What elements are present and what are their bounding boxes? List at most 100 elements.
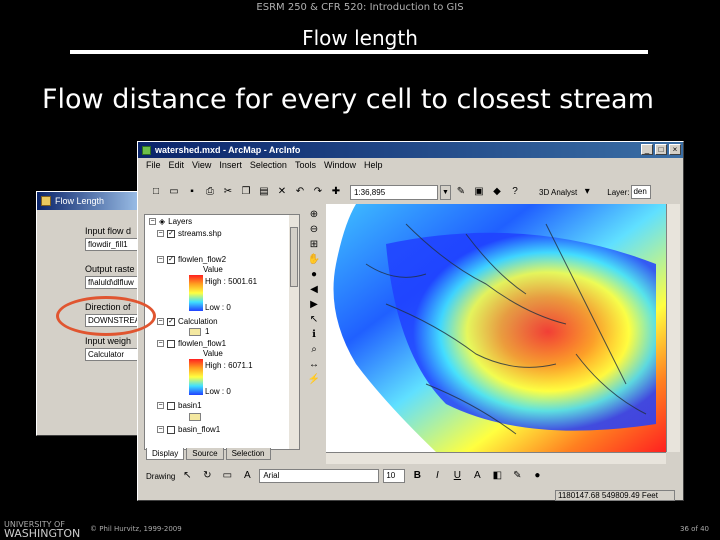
- map-canvas[interactable]: [326, 204, 666, 452]
- layer-checkbox[interactable]: [167, 425, 175, 434]
- collapse-icon[interactable]: −: [157, 256, 164, 263]
- layer-checkbox[interactable]: ✓: [167, 317, 175, 326]
- forward-icon[interactable]: ▶: [310, 298, 318, 311]
- new-icon[interactable]: □: [148, 184, 164, 200]
- print-icon[interactable]: ⎙: [202, 184, 218, 200]
- scale-dropdown-icon[interactable]: ▼: [440, 184, 451, 200]
- zoom-in-icon[interactable]: ⊕: [310, 208, 318, 221]
- layer-checkbox[interactable]: [167, 401, 175, 410]
- layer-name: flowlen_flow2: [178, 255, 227, 264]
- map-horizontal-scrollbar[interactable]: [326, 452, 666, 464]
- menu-view[interactable]: View: [192, 160, 211, 174]
- minimize-button[interactable]: _: [641, 144, 653, 155]
- zoom-out-icon[interactable]: ⊖: [310, 223, 318, 236]
- collapse-icon[interactable]: −: [149, 218, 156, 225]
- line-color-icon[interactable]: ✎: [509, 468, 525, 484]
- redo-icon[interactable]: ↷: [310, 184, 326, 200]
- menu-edit[interactable]: Edit: [169, 160, 185, 174]
- font-size-select[interactable]: 10: [383, 469, 406, 483]
- tab-source[interactable]: Source: [186, 448, 224, 460]
- pan-icon[interactable]: ✋: [308, 253, 320, 266]
- add-data-icon[interactable]: ✚: [328, 184, 344, 200]
- font-color-icon[interactable]: A: [469, 468, 485, 484]
- copy-icon[interactable]: ❐: [238, 184, 254, 200]
- text-icon[interactable]: A: [239, 468, 255, 484]
- map-vertical-scrollbar[interactable]: [666, 204, 680, 452]
- fill-color-icon[interactable]: ◧: [489, 468, 505, 484]
- layer-name: flowlen_flow1: [178, 339, 227, 348]
- toc-layer-calculation[interactable]: − ✓ Calculation: [157, 317, 218, 326]
- bold-icon[interactable]: B: [409, 468, 425, 484]
- menu-window[interactable]: Window: [324, 160, 356, 174]
- drawing-menu[interactable]: Drawing: [146, 472, 175, 481]
- rotate-icon[interactable]: ↻: [199, 468, 215, 484]
- paste-icon[interactable]: ▤: [256, 184, 272, 200]
- 3d-analyst-menu[interactable]: 3D Analyst: [539, 188, 577, 197]
- menu-insert[interactable]: Insert: [219, 160, 242, 174]
- input-weight-label: Input weigh: [85, 336, 132, 346]
- toc-root[interactable]: − ◈ Layers: [149, 217, 192, 226]
- fixed-zoom-icon[interactable]: ⊞: [310, 238, 318, 251]
- save-icon[interactable]: ▪: [184, 184, 200, 200]
- menu-tools[interactable]: Tools: [295, 160, 316, 174]
- back-icon[interactable]: ◀: [310, 283, 318, 296]
- scroll-thumb[interactable]: [290, 227, 298, 287]
- layer-select[interactable]: den: [631, 185, 652, 199]
- select-elements-icon[interactable]: ↖: [179, 468, 195, 484]
- legend-high: High : 5001.61: [205, 277, 258, 286]
- font-select[interactable]: Arial: [259, 469, 380, 483]
- underline-icon[interactable]: U: [449, 468, 465, 484]
- help-icon[interactable]: ?: [507, 184, 523, 200]
- marker-color-icon[interactable]: ●: [529, 468, 545, 484]
- toc-layer-flowlen2[interactable]: − ✓ flowlen_flow2: [157, 255, 226, 264]
- map-scale-field[interactable]: 1:36,895: [350, 184, 438, 200]
- editor-icon[interactable]: ✎: [453, 184, 469, 200]
- model-icon[interactable]: ◆: [489, 184, 505, 200]
- chevron-down-icon[interactable]: ▾: [579, 184, 595, 200]
- delete-icon[interactable]: ✕: [274, 184, 290, 200]
- menu-selection[interactable]: Selection: [250, 160, 287, 174]
- arctoolbox-icon[interactable]: ▣: [471, 184, 487, 200]
- layer-checkbox[interactable]: ✓: [167, 229, 175, 238]
- identify-icon[interactable]: ℹ: [312, 328, 316, 341]
- rectangle-icon[interactable]: ▭: [219, 468, 235, 484]
- layers-icon: ◈: [159, 217, 166, 226]
- collapse-icon[interactable]: −: [157, 318, 164, 325]
- hyperlink-icon[interactable]: ⚡: [308, 373, 320, 386]
- menu-file[interactable]: File: [146, 160, 161, 174]
- course-title: ESRM 250 & CFR 520: Introduction to GIS: [256, 2, 464, 13]
- class-swatch: [189, 328, 201, 336]
- collapse-icon[interactable]: −: [157, 402, 164, 409]
- legend-low: Low : 0: [205, 387, 231, 396]
- toolbox-icon: [41, 196, 51, 206]
- tab-display[interactable]: Display: [146, 448, 185, 460]
- collapse-icon[interactable]: −: [157, 230, 164, 237]
- maximize-button[interactable]: □: [655, 144, 667, 155]
- italic-icon[interactable]: I: [429, 468, 445, 484]
- close-button[interactable]: ×: [669, 144, 681, 155]
- menu-help[interactable]: Help: [364, 160, 383, 174]
- layer-checkbox[interactable]: ✓: [167, 255, 175, 264]
- toc-layer-streams[interactable]: − ✓ streams.shp: [157, 229, 222, 238]
- layer-checkbox[interactable]: [167, 339, 175, 348]
- tab-selection[interactable]: Selection: [225, 448, 271, 460]
- undo-icon[interactable]: ↶: [292, 184, 308, 200]
- arcmap-titlebar[interactable]: watershed.mxd - ArcMap - ArcInfo: [138, 142, 683, 158]
- page-number: 36 of 40: [680, 525, 710, 533]
- collapse-icon[interactable]: −: [157, 340, 164, 347]
- toc-layer-basin1[interactable]: − basin1: [157, 401, 202, 410]
- toc-layer-basin-flow1[interactable]: − basin_flow1: [157, 425, 220, 434]
- cut-icon[interactable]: ✂: [220, 184, 236, 200]
- highlight-oval: [56, 296, 156, 336]
- dialog-titlebar[interactable]: Flow Length: [37, 192, 147, 210]
- toc-layer-flowlen1[interactable]: − flowlen_flow1: [157, 339, 226, 348]
- toc-scrollbar[interactable]: [289, 215, 299, 449]
- full-extent-icon[interactable]: ●: [311, 268, 317, 281]
- legend-high: High : 6071.1: [205, 361, 253, 370]
- select-icon[interactable]: ↖: [310, 313, 318, 326]
- find-icon[interactable]: ⌕: [311, 343, 317, 356]
- collapse-icon[interactable]: −: [157, 426, 164, 433]
- measure-icon[interactable]: ↔: [309, 358, 319, 371]
- tools-toolbar: ⊕ ⊖ ⊞ ✋ ● ◀ ▶ ↖ ℹ ⌕ ↔ ⚡: [306, 208, 322, 448]
- open-icon[interactable]: ▭: [166, 184, 182, 200]
